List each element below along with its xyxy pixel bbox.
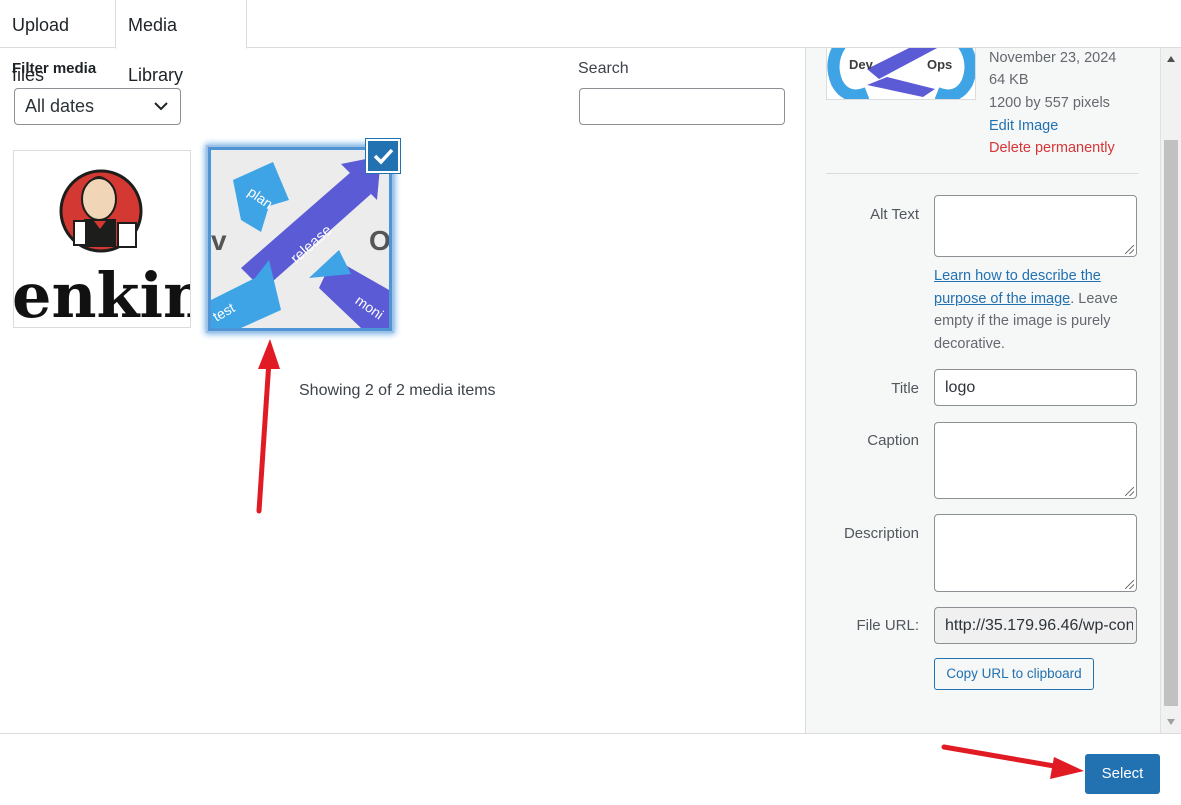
media-modal: Upload files Media Library Filter media … <box>0 0 1181 805</box>
scroll-up-arrow-icon[interactable] <box>1167 56 1175 62</box>
media-item-devops[interactable]: plan release test moni v O <box>208 147 392 331</box>
svg-text:O: O <box>369 225 389 256</box>
tab-media-library[interactable]: Media Library <box>115 0 247 85</box>
filter-media-label: Filter media <box>12 60 97 77</box>
caption-field[interactable] <box>934 422 1137 499</box>
svg-text:Ops: Ops <box>927 57 952 72</box>
devops-logo-image: plan release test moni v O <box>211 150 389 328</box>
file-url-value: http://35.179.96.46/wp-content <box>945 617 1133 634</box>
alt-text-help: Learn how to describe the purpose of the… <box>934 265 1144 355</box>
copy-url-button[interactable]: Copy URL to clipboard <box>934 658 1094 690</box>
tab-upload-files[interactable]: Upload files <box>0 0 115 85</box>
file-url-label: File URL: <box>856 617 919 634</box>
image-dimensions: 1200 by 557 pixels <box>989 95 1110 111</box>
selected-checkmark-button[interactable] <box>366 139 400 173</box>
search-input[interactable] <box>579 88 785 125</box>
media-tabs: Upload files Media Library <box>0 0 1181 85</box>
svg-text:v: v <box>211 225 227 256</box>
search-label: Search <box>578 60 629 77</box>
upload-date: November 23, 2024 <box>989 50 1117 66</box>
scrollbar-thumb[interactable] <box>1164 140 1178 706</box>
description-label: Description <box>843 525 919 542</box>
file-url-field[interactable]: http://35.179.96.46/wp-content <box>934 607 1137 644</box>
check-icon <box>373 148 394 165</box>
sidebar-scrollbar[interactable] <box>1160 48 1181 733</box>
title-value: logo <box>945 379 976 396</box>
edit-image-link[interactable]: Edit Image <box>989 118 1058 134</box>
title-field[interactable]: logo <box>934 369 1137 406</box>
devops-preview-image: Dev Ops <box>827 48 975 99</box>
svg-text:Dev: Dev <box>849 57 874 72</box>
alt-text-label: Alt Text <box>870 206 919 223</box>
date-filter-value: All dates <box>25 96 95 116</box>
chevron-down-icon <box>154 102 168 111</box>
attachment-details-sidebar: Dev Ops November 23, 2024 64 KB 1200 by … <box>805 48 1160 733</box>
annotation-arrow-right <box>941 744 1084 779</box>
media-item-jenkins[interactable]: enkin <box>13 150 191 328</box>
attachment-preview: Dev Ops <box>826 48 976 100</box>
date-filter-select[interactable]: All dates <box>14 88 181 125</box>
details-divider <box>826 173 1139 174</box>
annotation-arrow-up <box>256 339 280 514</box>
description-field[interactable] <box>934 514 1137 592</box>
title-label: Title <box>891 380 919 397</box>
scroll-down-arrow-icon[interactable] <box>1167 719 1175 725</box>
delete-permanently-link[interactable]: Delete permanently <box>989 140 1115 156</box>
svg-text:enkin: enkin <box>14 259 191 328</box>
caption-label: Caption <box>867 432 919 449</box>
file-size: 64 KB <box>989 72 1029 88</box>
media-count-text: Showing 2 of 2 media items <box>299 382 496 399</box>
jenkins-logo-image: enkin <box>14 169 191 328</box>
alt-text-field[interactable] <box>934 195 1137 257</box>
select-button[interactable]: Select <box>1085 754 1160 794</box>
